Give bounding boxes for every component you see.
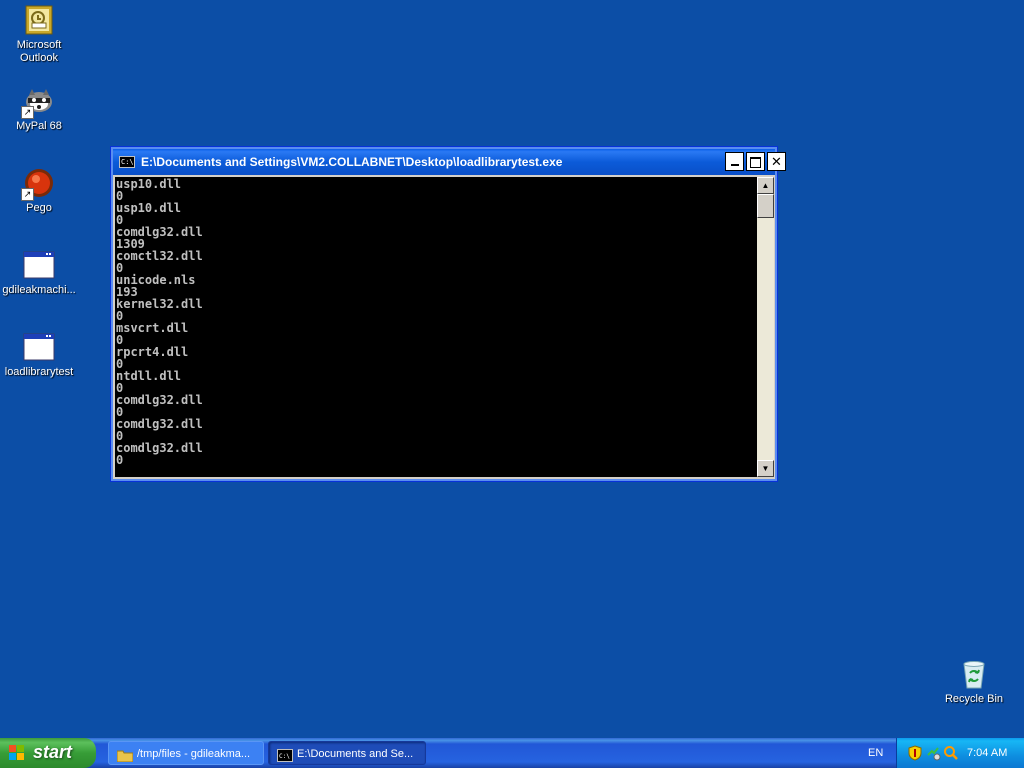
desktop-icon-label: Microsoft Outlook <box>16 39 62 64</box>
desktop-icon-mypal[interactable]: ↗ MyPal 68 <box>0 85 78 133</box>
desktop-icon-gdileakmachine[interactable]: gdileakmachi... <box>0 249 78 297</box>
maximize-button[interactable] <box>746 152 765 171</box>
start-button[interactable]: start <box>0 738 96 768</box>
desktop-icon-outlook[interactable]: Microsoft Outlook <box>0 4 78 65</box>
minimize-button[interactable] <box>725 152 744 171</box>
windows-flag-icon <box>9 745 25 761</box>
scroll-up-button[interactable]: ▲ <box>757 177 774 194</box>
scrollbar-thumb[interactable] <box>757 194 774 218</box>
taskbar-button-console[interactable]: C:\ E:\Documents and Se... <box>268 741 426 765</box>
application-window-icon <box>23 249 55 281</box>
taskbar-button-label: E:\Documents and Se... <box>297 748 414 760</box>
maximize-icon <box>750 157 761 168</box>
close-button[interactable]: ✕ <box>767 152 786 171</box>
console-app-icon[interactable]: C:\ <box>119 156 135 168</box>
console-output-text: usp10.dll 0 usp10.dll 0 comdlg32.dll 130… <box>116 177 203 467</box>
start-label: start <box>33 742 73 762</box>
console-window-title: E:\Documents and Settings\VM2.COLLABNET\… <box>141 155 563 169</box>
clock[interactable]: 7:04 AM <box>967 738 1007 768</box>
console-title-bar[interactable]: C:\ E:\Documents and Settings\VM2.COLLAB… <box>113 149 786 175</box>
recycle-bin-icon <box>958 658 990 690</box>
desktop-icon-label: Pego <box>26 202 52 214</box>
console-output-area[interactable]: usp10.dll 0 usp10.dll 0 comdlg32.dll 130… <box>115 177 757 477</box>
folder-icon <box>116 747 134 763</box>
console-icon: C:\ <box>277 747 293 762</box>
taskbar-button-files[interactable]: /tmp/files - gdileakma... <box>108 741 264 765</box>
console-window[interactable]: C:\ E:\Documents and Settings\VM2.COLLAB… <box>110 146 786 482</box>
shortcut-arrow-icon: ↗ <box>21 106 34 119</box>
desktop-icon-recycle-bin[interactable]: Recycle Bin <box>935 658 1013 706</box>
svg-text:C:\: C:\ <box>279 753 290 760</box>
application-window-icon <box>23 331 55 363</box>
mypal-raccoon-icon: ↗ <box>21 85 55 119</box>
shortcut-arrow-icon: ↗ <box>21 188 34 201</box>
minimize-icon <box>730 164 739 166</box>
security-shield-icon[interactable] <box>907 745 923 761</box>
network-icon[interactable] <box>925 745 941 761</box>
desktop-icon-label: Recycle Bin <box>944 693 1004 705</box>
desktop-icon-pego[interactable]: ↗ Pego <box>0 167 78 215</box>
desktop-icon-label: loadlibrarytest <box>4 366 74 378</box>
search-icon[interactable] <box>943 745 959 761</box>
pego-ball-icon: ↗ <box>21 167 55 201</box>
desktop: Microsoft Outlook ↗ MyPal 68 ↗ Pego gdil… <box>0 0 1024 738</box>
taskbar-button-label: /tmp/files - gdileakma... <box>137 748 251 760</box>
outlook-icon <box>23 4 55 36</box>
desktop-icon-loadlibrarytest[interactable]: loadlibrarytest <box>0 331 78 379</box>
language-indicator[interactable]: EN <box>868 738 883 768</box>
desktop-icon-label: MyPal 68 <box>16 120 62 132</box>
scroll-down-button[interactable]: ▼ <box>757 460 774 477</box>
taskbar: start /tmp/files - gdileakma... C:\ E:\D… <box>0 738 1024 768</box>
system-tray: 7:04 AM <box>896 738 1024 768</box>
vertical-scrollbar[interactable]: ▲ ▼ <box>757 177 774 477</box>
desktop-icon-label: gdileakmachi... <box>2 284 76 296</box>
